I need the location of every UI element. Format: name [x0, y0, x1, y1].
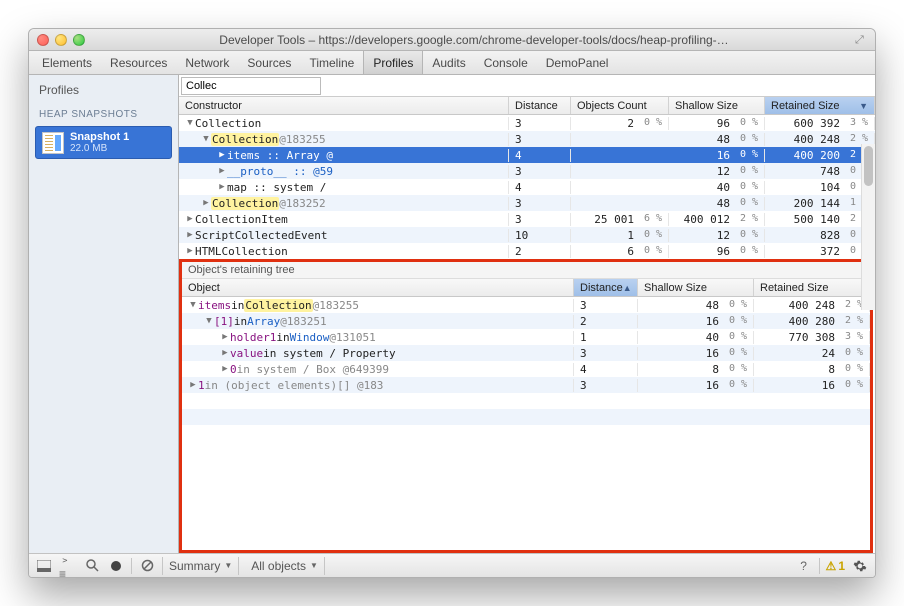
tab-demopanel[interactable]: DemoPanel	[537, 51, 618, 74]
table-row[interactable]: ▼Collection320 %960 %600 3923 %	[179, 115, 875, 131]
retain-row[interactable]: ▶holder1 in Window @1310511400 %770 3083…	[182, 329, 870, 345]
table-row[interactable]: ▶HTMLCollection260 %960 %3720 %	[179, 243, 875, 259]
disclosure-icon[interactable]: ▶	[220, 364, 230, 374]
devtools-tabs: ElementsResourcesNetworkSourcesTimelineP…	[29, 51, 875, 75]
titlebar: Developer Tools – https://developers.goo…	[29, 29, 875, 51]
console-icon[interactable]: ﹥≡	[59, 557, 77, 575]
sidebar-section: HEAP SNAPSHOTS	[29, 105, 178, 126]
rcol-object[interactable]: Object	[182, 279, 574, 296]
disclosure-icon[interactable]: ▶	[185, 214, 195, 224]
window-title: Developer Tools – https://developers.goo…	[93, 33, 855, 47]
record-icon[interactable]	[107, 557, 125, 575]
dock-icon[interactable]	[35, 557, 53, 575]
main-panel: Constructor Distance Objects Count Shall…	[179, 75, 875, 553]
sidebar: Profiles HEAP SNAPSHOTS Snapshot 1 22.0 …	[29, 75, 179, 553]
col-distance[interactable]: Distance	[509, 97, 571, 114]
retaining-rows: ▼items in Collection @1832553480 %400 24…	[182, 297, 870, 550]
tab-sources[interactable]: Sources	[238, 51, 300, 74]
retain-row[interactable]: ▼[1] in Array @1832512160 %400 2802 %	[182, 313, 870, 329]
sidebar-item-snapshot[interactable]: Snapshot 1 22.0 MB	[35, 126, 172, 159]
close-icon[interactable]	[37, 34, 49, 46]
traffic-lights	[37, 34, 85, 46]
retain-row-empty	[182, 409, 870, 425]
col-shallow-size[interactable]: Shallow Size	[669, 97, 765, 114]
retain-row[interactable]: ▼items in Collection @1832553480 %400 24…	[182, 297, 870, 313]
snapshot-size: 22.0 MB	[70, 143, 129, 154]
disclosure-icon[interactable]: ▶	[217, 182, 227, 192]
retain-row[interactable]: ▶1 in (object elements)[] @1833160 %160 …	[182, 377, 870, 393]
sort-desc-icon: ▼	[859, 101, 868, 111]
col-objects-count[interactable]: Objects Count	[571, 97, 669, 114]
tab-elements[interactable]: Elements	[33, 51, 101, 74]
table-row[interactable]: ▶items :: Array @4160 %400 2002 %	[179, 147, 875, 163]
tab-audits[interactable]: Audits	[423, 51, 474, 74]
tab-resources[interactable]: Resources	[101, 51, 176, 74]
bottom-toolbar: ﹥≡ Summary▼ All objects▼ ? ⚠1	[29, 553, 875, 577]
search-icon[interactable]	[83, 557, 101, 575]
disclosure-icon[interactable]: ▶	[217, 150, 227, 160]
expand-icon[interactable]: ⤢	[855, 34, 867, 46]
disclosure-icon[interactable]: ▶	[185, 246, 195, 256]
rcol-shallow[interactable]: Shallow Size	[638, 279, 754, 296]
scrollbar[interactable]	[861, 144, 875, 310]
chevron-down-icon: ▼	[310, 561, 318, 570]
table-row[interactable]: ▶ScriptCollectedEvent1010 %120 %8280 %	[179, 227, 875, 243]
disclosure-icon[interactable]: ▶	[185, 230, 195, 240]
disclosure-icon[interactable]: ▼	[201, 134, 211, 144]
sort-asc-icon: ▲	[623, 283, 632, 293]
rcol-distance[interactable]: Distance▲	[574, 279, 638, 296]
rcol-retained[interactable]: Retained Size	[754, 279, 870, 296]
tab-network[interactable]: Network	[176, 51, 238, 74]
disclosure-icon[interactable]: ▶	[217, 166, 227, 176]
disclosure-icon[interactable]: ▼	[185, 118, 195, 128]
sidebar-header: Profiles	[29, 75, 178, 105]
retain-row-empty	[182, 425, 870, 441]
retain-row[interactable]: ▶0 in system / Box @649399480 %80 %	[182, 361, 870, 377]
retain-row[interactable]: ▶value in system / Property3160 %240 %	[182, 345, 870, 361]
disclosure-icon[interactable]: ▼	[204, 316, 214, 326]
col-retained-size[interactable]: Retained Size▼	[765, 97, 875, 114]
chevron-down-icon: ▼	[224, 561, 232, 570]
tab-console[interactable]: Console	[475, 51, 537, 74]
snapshot-name: Snapshot 1	[70, 131, 129, 143]
disclosure-icon[interactable]: ▶	[188, 380, 198, 390]
class-filter-input[interactable]	[181, 77, 321, 95]
disclosure-icon[interactable]: ▶	[201, 198, 211, 208]
retaining-tree-title: Object's retaining tree	[182, 262, 870, 279]
warning-icon: ⚠	[826, 559, 837, 573]
disclosure-icon[interactable]: ▼	[188, 300, 198, 310]
window: Developer Tools – https://developers.goo…	[28, 28, 876, 578]
snapshot-icon	[42, 132, 64, 154]
settings-icon[interactable]	[851, 557, 869, 575]
tab-timeline[interactable]: Timeline	[300, 51, 363, 74]
table-row[interactable]: ▼Collection @1832553480 %400 2482 %	[179, 131, 875, 147]
table-row[interactable]: ▶__proto__ :: @593120 %7480 %	[179, 163, 875, 179]
retain-row-empty	[182, 393, 870, 409]
table-row[interactable]: ▶map :: system / 4400 %1040 %	[179, 179, 875, 195]
constructors-rows: ▼Collection320 %960 %600 3923 %▼Collecti…	[179, 115, 875, 259]
warnings-badge[interactable]: ⚠1	[826, 559, 845, 573]
constructors-header: Constructor Distance Objects Count Shall…	[179, 97, 875, 115]
col-constructor[interactable]: Constructor	[179, 97, 509, 114]
disclosure-icon[interactable]: ▶	[220, 348, 230, 358]
minimize-icon[interactable]	[55, 34, 67, 46]
help-icon[interactable]: ?	[795, 557, 813, 575]
clear-icon[interactable]	[138, 557, 156, 575]
filter-select[interactable]: All objects▼	[245, 557, 325, 575]
table-row[interactable]: ▶CollectionItem325 0016 %400 0122 %500 1…	[179, 211, 875, 227]
disclosure-icon[interactable]: ▶	[220, 332, 230, 342]
view-select[interactable]: Summary▼	[162, 557, 239, 575]
table-row[interactable]: ▶Collection @1832523480 %200 1441 %	[179, 195, 875, 211]
retaining-tree-panel: Object's retaining tree Object Distance▲…	[179, 259, 873, 553]
zoom-icon[interactable]	[73, 34, 85, 46]
retaining-header: Object Distance▲ Shallow Size Retained S…	[182, 279, 870, 297]
tab-profiles[interactable]: Profiles	[363, 51, 423, 74]
scrollbar-thumb[interactable]	[864, 146, 873, 186]
